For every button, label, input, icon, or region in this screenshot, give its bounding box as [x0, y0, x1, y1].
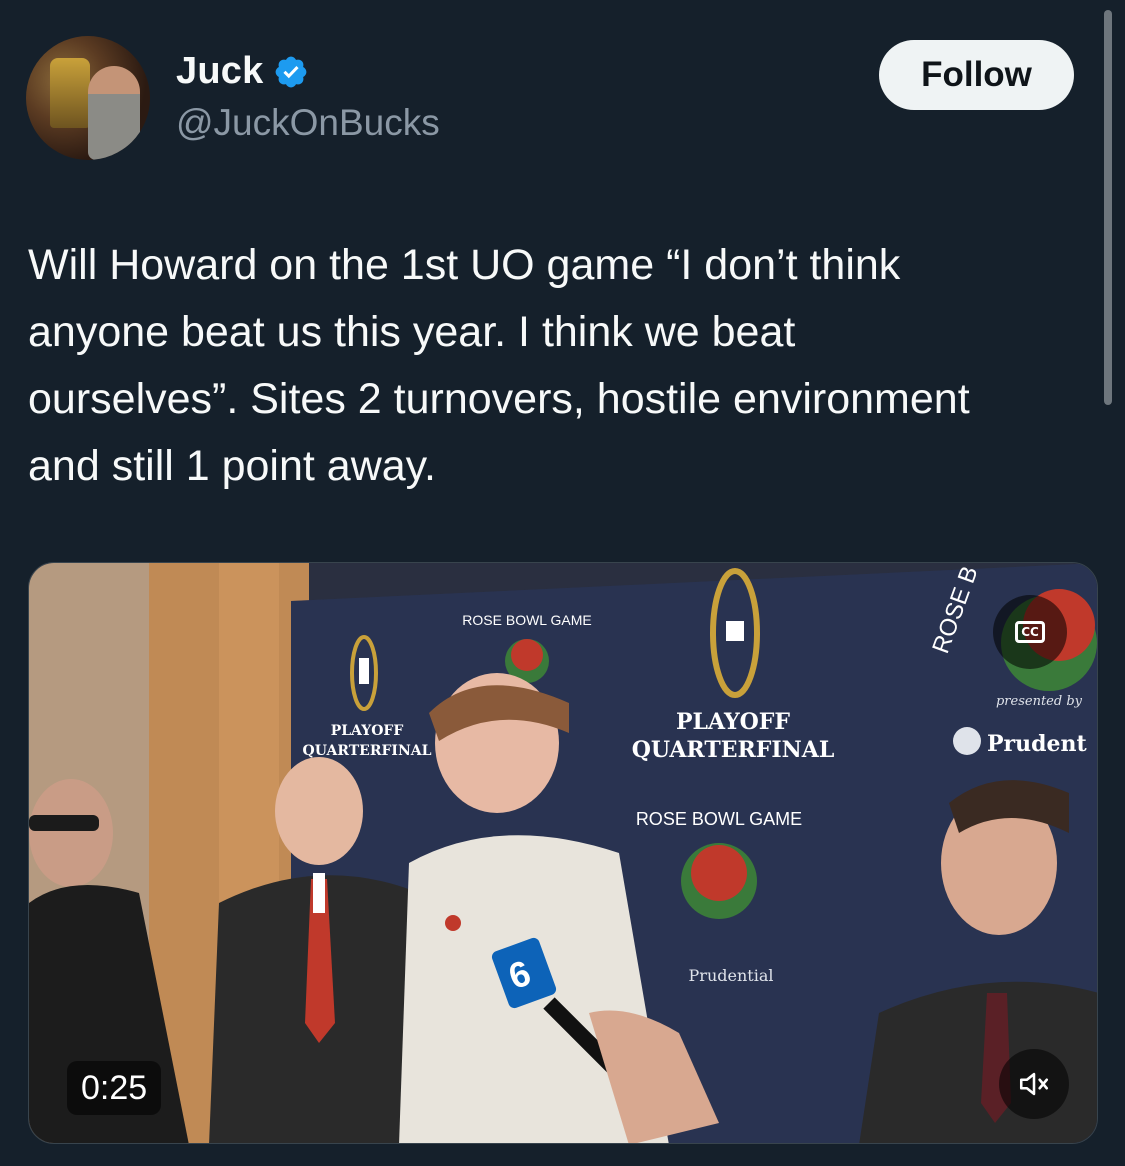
backdrop-quarterfinal-center: QUARTERFINAL	[632, 737, 835, 763]
author-display-name[interactable]: Juck	[176, 50, 263, 93]
backdrop-rose-bowl-lower: ROSE BOWL GAME	[636, 809, 802, 829]
author-avatar[interactable]	[26, 36, 150, 160]
follow-button[interactable]: Follow	[879, 40, 1074, 110]
backdrop-sponsor-right: Prudent	[987, 731, 1088, 757]
tweet-text-line: ourselves”. Sites 2 turnovers, hostile e…	[28, 375, 970, 423]
tweet-text-line: anyone beat us this year. I think we bea…	[28, 308, 796, 356]
captions-icon: CC	[1015, 621, 1045, 643]
backdrop-quarterfinal-left: QUARTERFINAL	[303, 743, 432, 759]
backdrop-rose-bowl-upper: ROSE BOWL GAME	[462, 612, 591, 628]
tweet-text: Will Howard on the 1st UO game “I don’t …	[28, 232, 1103, 500]
scrollbar[interactable]	[1104, 10, 1112, 405]
avatar-trophy	[50, 58, 90, 128]
verified-badge-icon	[276, 56, 307, 87]
muted-speaker-icon	[1019, 1072, 1049, 1096]
backdrop-presented-by: presented by	[996, 694, 1083, 709]
backdrop-sponsor-lower: Prudential	[689, 966, 774, 985]
video-duration-badge: 0:25	[67, 1061, 162, 1115]
backdrop-playoff-center: PLAYOFF	[676, 709, 790, 735]
author-name-row[interactable]: Juck	[176, 50, 309, 93]
author-handle[interactable]: @JuckOnBucks	[176, 102, 440, 144]
avatar-person	[88, 66, 140, 160]
video-frame: PLAYOFF QUARTERFINAL ROSE BOWL GAME PLAY…	[29, 563, 1097, 1143]
mute-button[interactable]	[999, 1049, 1069, 1119]
rose-bowl-logo-lower	[681, 843, 757, 919]
video-player[interactable]: PLAYOFF QUARTERFINAL ROSE BOWL GAME PLAY…	[28, 562, 1098, 1144]
tweet-page: Juck @JuckOnBucks Follow Will Howard on …	[0, 0, 1125, 1166]
tweet-text-line: and still 1 point away.	[28, 442, 436, 490]
captions-button[interactable]: CC	[993, 595, 1067, 669]
tweet-text-line: Will Howard on the 1st UO game “I don’t …	[28, 241, 901, 289]
backdrop-playoff-left: PLAYOFF	[331, 723, 404, 739]
